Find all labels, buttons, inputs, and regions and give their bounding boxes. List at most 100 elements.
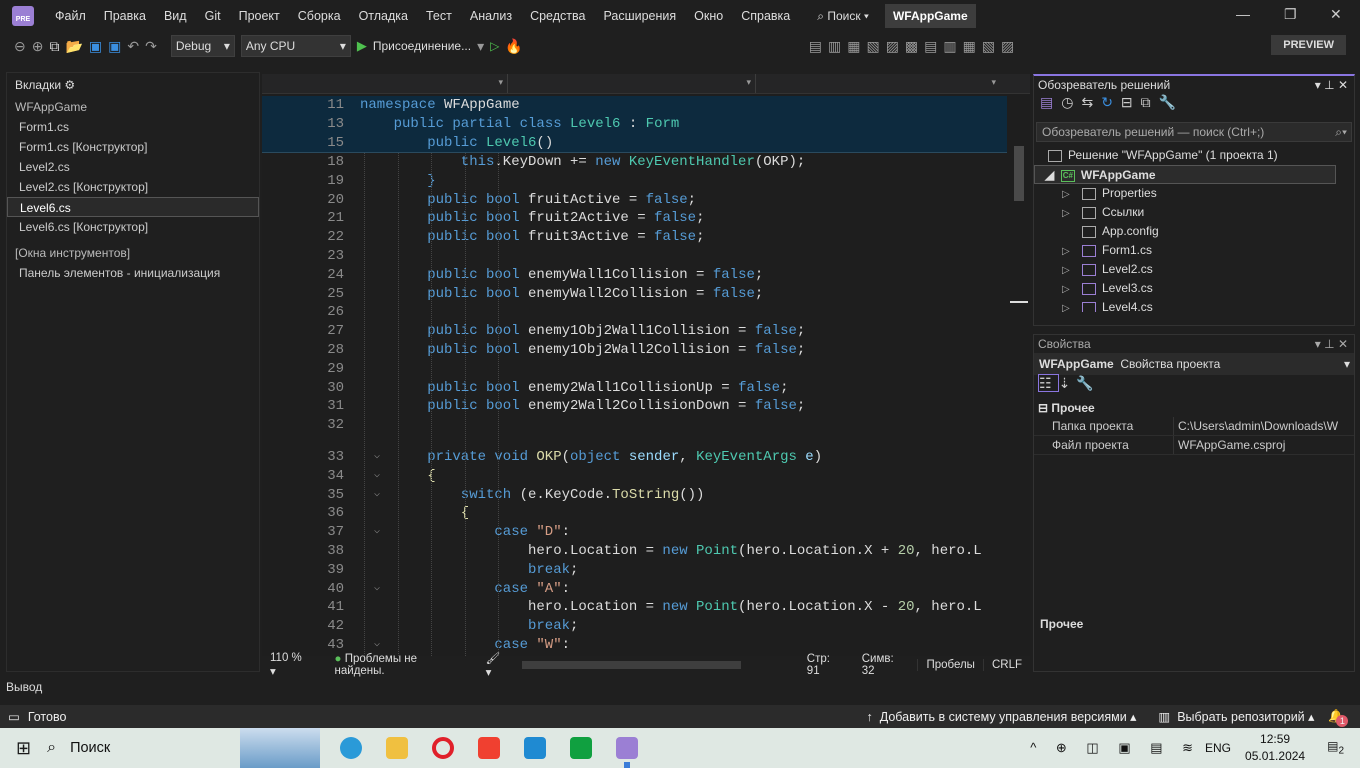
menu-item[interactable]: Анализ <box>461 9 521 23</box>
fold-chevron-icon[interactable]: ⌵ <box>374 582 380 594</box>
panel-controls[interactable]: ▾ ⊥ ✕ <box>1315 76 1348 94</box>
tray-icons[interactable]: ^ ⊕ ◫ ▣ ▤ ≋ <box>1030 740 1201 756</box>
menu-item[interactable]: Отладка <box>350 9 417 23</box>
menu-item[interactable]: Окно <box>685 9 732 23</box>
fold-chevron-icon[interactable]: ⌵ <box>374 450 380 462</box>
solution-explorer-toolbar[interactable]: ▤◷⇆↻⊟⧉🔧 <box>1034 94 1354 118</box>
menu-item[interactable]: Проект <box>230 9 289 23</box>
solution-tree-item[interactable]: ▷ Level2.cs <box>1034 260 1354 279</box>
problems-indicator[interactable]: ● Проблемы не найдены. <box>327 653 478 677</box>
open-tab-item[interactable]: Form1.cs <box>7 117 259 137</box>
properties-object-select[interactable]: WFAppGame Свойства проекта ▾ <box>1034 353 1354 375</box>
notification-center[interactable]: ▤2 <box>1327 739 1344 756</box>
platform-select[interactable]: Any CPU ▾ <box>240 35 351 57</box>
zoom-select[interactable]: 110 % ▾ <box>262 652 319 678</box>
code-area[interactable]: 11 namespace WFAppGame 13 public partial cl… <box>262 96 1007 656</box>
notifications-button[interactable]: 🔔 1 <box>1328 709 1349 727</box>
solution-tree-item[interactable]: ▷ Level3.cs <box>1034 279 1354 298</box>
layout-tools-icons[interactable]: ▤▥▦▧▨▩▤▥▦▧▨ <box>809 38 1021 55</box>
add-vcs-button[interactable]: ↑ Добавить в систему управления версиями… <box>867 709 1137 724</box>
expand-arrow-icon[interactable]: ▷ <box>1062 204 1082 223</box>
save-all-icon[interactable]: ▣ <box>108 38 121 55</box>
code-editor[interactable]: ▾ ▾ ▾ 11 namespace WFAppGame 13 public part… <box>262 74 1030 679</box>
config-select[interactable]: Debug ▾ <box>170 35 235 57</box>
select-repo-button[interactable]: ▥ Выбрать репозиторий ▴ <box>1158 709 1314 724</box>
category-row[interactable]: ⊟ Прочее <box>1034 399 1354 417</box>
tool-window-item[interactable]: Панель элементов - инициализация <box>7 263 259 283</box>
taskbar-search[interactable]: Поиск <box>70 740 240 756</box>
menu-item[interactable]: Средства <box>521 9 594 23</box>
fold-chevron-icon[interactable]: ⌵ <box>374 525 380 537</box>
menu-item[interactable]: Справка <box>732 9 799 23</box>
output-tab[interactable]: Вывод <box>0 676 1360 702</box>
utorrent-icon[interactable] <box>570 737 593 759</box>
open-tab-item[interactable]: Form1.cs [Конструктор] <box>7 137 259 157</box>
project-node[interactable]: ◢ C# WFAppGame <box>1034 165 1336 184</box>
solution-search-input[interactable]: Обозреватель решений — поиск (Ctrl+;) ⌕▾ <box>1036 122 1352 142</box>
expand-arrow-icon[interactable]: ▷ <box>1062 185 1082 204</box>
expand-arrow-icon[interactable]: ▷ <box>1062 261 1082 280</box>
line-indicator[interactable]: Стр: 91 <box>799 653 854 677</box>
open-tab-item[interactable]: Level2.cs <box>7 157 259 177</box>
dropdown-icon[interactable]: ▾ <box>477 38 484 55</box>
opera-icon[interactable] <box>432 737 455 759</box>
column-indicator[interactable]: Симв: 32 <box>854 653 918 677</box>
open-icon[interactable]: 📂 <box>65 38 82 55</box>
back-icon[interactable]: ⊖ <box>14 38 26 55</box>
menu-item[interactable]: Правка <box>95 9 155 23</box>
expand-arrow-icon[interactable] <box>1062 223 1082 242</box>
menu-item[interactable]: Сборка <box>289 9 350 23</box>
maximize-button[interactable]: ❐ <box>1284 6 1297 23</box>
start-button[interactable]: ⊞ <box>16 738 31 759</box>
close-button[interactable]: ✕ <box>1330 6 1342 23</box>
property-row[interactable]: Файл проекта WFAppGame.csproj <box>1034 436 1354 455</box>
whitespace-indicator[interactable]: Пробелы <box>917 659 983 671</box>
gear-icon[interactable]: ⚙ <box>64 78 75 92</box>
undo-icon[interactable]: ↶ <box>127 38 139 55</box>
menu-item[interactable]: Вид <box>155 9 196 23</box>
fold-chevron-icon[interactable]: ⌵ <box>374 488 380 500</box>
language-indicator[interactable]: ENG <box>1205 741 1231 755</box>
eol-indicator[interactable]: CRLF <box>982 659 1030 671</box>
member-dropdown[interactable]: ▾ <box>756 74 1000 93</box>
hot-reload-icon[interactable]: 🔥 <box>505 38 522 55</box>
anydesk-icon[interactable] <box>478 737 501 759</box>
expand-arrow-icon[interactable]: ▷ <box>1062 242 1082 261</box>
open-tab-item[interactable]: Level6.cs <box>7 197 259 217</box>
clock[interactable]: 12:59 05.01.2024 <box>1245 731 1305 765</box>
open-tab-item[interactable]: Level2.cs [Конструктор] <box>7 177 259 197</box>
vscode-icon[interactable] <box>524 737 547 759</box>
minimize-button[interactable]: — <box>1236 6 1250 22</box>
solution-tree-item[interactable]: ▷ Properties <box>1034 184 1354 203</box>
solution-node[interactable]: Решение "WFAppGame" (1 проекта 1) <box>1034 146 1354 165</box>
solution-tree-item[interactable]: ▷ Form1.cs <box>1034 241 1354 260</box>
visual-studio-icon[interactable] <box>616 737 639 759</box>
open-tab-item[interactable]: Level6.cs [Конструктор] <box>7 217 259 237</box>
property-row[interactable]: Папка проекта C:\Users\admin\Downloads\W <box>1034 417 1354 436</box>
menu-item[interactable]: Тест <box>417 9 461 23</box>
expand-arrow-icon[interactable]: ▷ <box>1062 299 1082 312</box>
attach-button[interactable]: Присоединение... <box>373 39 471 53</box>
properties-toolbar[interactable]: ☷⇣🔧 <box>1034 374 1354 399</box>
expand-arrow-icon[interactable]: ▷ <box>1062 280 1082 299</box>
edge-icon[interactable] <box>340 737 363 759</box>
save-icon[interactable]: ▣ <box>89 38 102 55</box>
play-icon[interactable]: ▶ <box>357 38 367 54</box>
forward-icon[interactable]: ⊕ <box>32 38 44 55</box>
fold-chevron-icon[interactable]: ⌵ <box>374 469 380 481</box>
horizontal-scrollbar[interactable] <box>521 661 741 669</box>
project-dropdown[interactable]: ▾ <box>262 74 508 93</box>
preview-button[interactable]: PREVIEW <box>1271 35 1346 55</box>
solution-tree-item[interactable]: App.config <box>1034 222 1354 241</box>
run-without-debug-icon[interactable]: ▷ <box>490 39 499 53</box>
panel-controls[interactable]: ▾ ⊥ ✕ <box>1315 335 1348 353</box>
search-icon[interactable]: ⌕ <box>47 739 56 757</box>
menu-item[interactable]: Расширения <box>594 9 685 23</box>
redo-icon[interactable]: ↷ <box>145 38 157 55</box>
vertical-scrollbar[interactable] <box>1008 96 1030 656</box>
menu-item[interactable]: Git <box>196 9 230 23</box>
cleanup-icon[interactable]: 🖌▾ <box>478 651 514 679</box>
explorer-icon[interactable] <box>386 737 409 759</box>
solution-tree-item[interactable]: ▷ Level4.cs <box>1034 298 1354 312</box>
class-dropdown[interactable]: ▾ <box>508 74 756 93</box>
